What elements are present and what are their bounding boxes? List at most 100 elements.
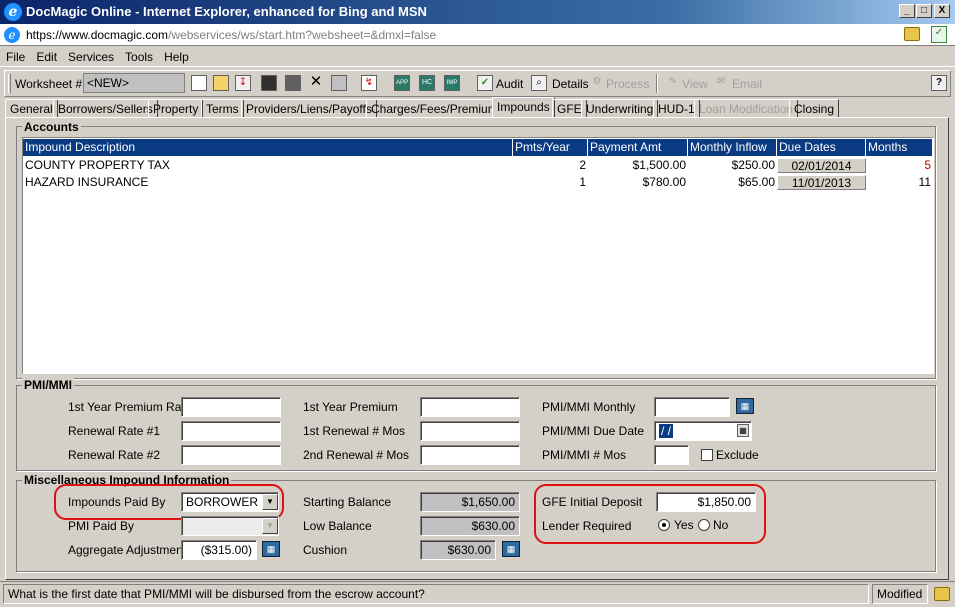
second-renewal-mos-label: 2nd Renewal # Mos — [303, 448, 410, 462]
first-renewal-mos-label: 1st Renewal # Mos — [303, 424, 406, 438]
audit-icon[interactable]: ✓ — [477, 75, 493, 91]
menu-services[interactable]: Services — [62, 47, 119, 64]
aggregate-adjustment-label: Aggregate Adjustment — [68, 543, 187, 557]
calculator-icon[interactable]: ▦ — [736, 398, 754, 414]
starting-balance-value: $1,650.00 — [420, 492, 520, 512]
first-year-premium-label: 1st Year Premium — [303, 400, 398, 414]
view-icon: ✎ — [668, 76, 678, 87]
renewal-rate-1-input[interactable] — [181, 421, 281, 441]
maximize-button[interactable]: □ — [916, 4, 932, 18]
tab-providers-liens-payoffs[interactable]: Providers/Liens/Payoffs — [241, 99, 377, 118]
row-pmts-year: 2 — [579, 158, 586, 172]
view-button[interactable]: View — [682, 77, 708, 91]
toolbar: Worksheet # <NEW> ↧ ✕ ↯ APP HC IMP ✓ Aud… — [4, 70, 951, 97]
impounds-paid-by-label: Impounds Paid By — [68, 495, 166, 509]
url-domain: docmagic.com — [90, 28, 169, 42]
details-icon[interactable]: ⌕ — [531, 75, 547, 91]
email-button[interactable]: Email — [732, 77, 762, 91]
ie-page-icon: e — [4, 27, 20, 43]
row-payment-amt: $780.00 — [642, 175, 686, 189]
tab-underwriting[interactable]: Underwriting — [581, 99, 659, 118]
col-payment-amt[interactable]: Payment Amt — [588, 139, 688, 156]
col-monthly-inflow[interactable]: Monthly Inflow — [688, 139, 777, 156]
menu-file[interactable]: File — [0, 47, 30, 64]
help-icon[interactable]: ? — [931, 75, 947, 91]
tab-charges-fees-premiums[interactable]: Charges/Fees/Premiums — [366, 99, 509, 118]
calculator-icon[interactable]: ▦ — [502, 541, 520, 557]
tab-property[interactable]: Property — [148, 99, 204, 118]
pmi-monthly-input[interactable] — [654, 397, 730, 417]
col-months[interactable]: Months — [866, 139, 933, 156]
url-text[interactable]: https://www.docmagic.com/webservices/ws/… — [26, 28, 436, 42]
window-title: DocMagic Online - Internet Explorer, enh… — [26, 4, 427, 19]
toolbar-separator — [656, 74, 658, 93]
security-lock-icon[interactable] — [904, 27, 920, 41]
tab-impounds[interactable]: Impounds — [492, 97, 555, 118]
aggregate-adjustment-input[interactable]: ($315.00) — [181, 540, 257, 560]
first-year-premium-input[interactable] — [420, 397, 520, 417]
new-doc-icon[interactable] — [191, 75, 207, 91]
save-as-icon[interactable] — [285, 75, 301, 91]
col-due-dates[interactable]: Due Dates — [777, 139, 866, 156]
lender-required-no-radio[interactable] — [698, 519, 710, 531]
worksheet-number-field[interactable]: <NEW> — [83, 73, 185, 93]
pmi-title: PMI/MMI — [22, 378, 74, 392]
lock-icon — [934, 587, 950, 601]
menu-edit[interactable]: Edit — [30, 47, 62, 64]
col-impound-description[interactable]: Impound Description — [23, 139, 513, 156]
pmi-mos-input[interactable] — [654, 445, 689, 465]
save-icon[interactable] — [261, 75, 277, 91]
process-button[interactable]: Process — [606, 77, 649, 91]
title-bar: e DocMagic Online - Internet Explorer, e… — [0, 0, 955, 24]
print-icon[interactable] — [331, 75, 347, 91]
minimize-button[interactable]: _ — [899, 4, 915, 18]
tab-loan-modification[interactable]: Loan Modification — [694, 99, 799, 118]
hc-icon[interactable]: HC — [419, 75, 435, 91]
email-icon: ✉ — [716, 76, 726, 87]
second-renewal-mos-input[interactable] — [420, 445, 520, 465]
delete-icon[interactable]: ✕ — [308, 74, 324, 91]
calculator-icon[interactable]: ▦ — [262, 541, 280, 557]
audit-button[interactable]: Audit — [496, 77, 523, 91]
tab-general[interactable]: General — [5, 99, 58, 118]
open-folder-icon[interactable] — [213, 75, 229, 91]
chevron-down-icon[interactable]: ▼ — [262, 494, 278, 510]
menu-tools[interactable]: Tools — [119, 47, 158, 64]
row-monthly-inflow: $250.00 — [731, 158, 775, 172]
table-row[interactable]: HAZARD INSURANCE 1 $780.00 $65.00 11/01/… — [23, 174, 933, 191]
status-message: What is the first date that PMI/MMI will… — [3, 584, 869, 604]
table-row[interactable]: COUNTY PROPERTY TAX 2 $1,500.00 $250.00 … — [23, 157, 933, 174]
imp-icon[interactable]: IMP — [444, 75, 460, 91]
tab-borrowers-sellers[interactable]: Borrowers/Sellers — [53, 99, 158, 118]
row-description: COUNTY PROPERTY TAX — [25, 158, 170, 172]
row-description: HAZARD INSURANCE — [25, 175, 149, 189]
details-button[interactable]: Details — [552, 77, 589, 91]
gfe-initial-deposit-input[interactable]: $1,850.00 — [656, 492, 756, 512]
app-icon[interactable]: APP — [394, 75, 410, 91]
tab-closing[interactable]: Closing — [789, 99, 840, 118]
first-renewal-mos-input[interactable] — [420, 421, 520, 441]
row-due-date[interactable]: 11/01/2013 — [777, 175, 866, 190]
lender-required-yes-radio[interactable] — [658, 519, 670, 531]
close-button[interactable]: X — [934, 4, 950, 18]
menu-bar: File Edit Services Tools Help — [0, 47, 955, 67]
exclude-checkbox[interactable] — [701, 449, 713, 461]
tab-hud-1[interactable]: HUD-1 — [653, 99, 700, 118]
menu-help[interactable]: Help — [158, 47, 194, 64]
toolbar-grip[interactable] — [8, 74, 11, 93]
first-year-rate-input[interactable] — [181, 397, 281, 417]
calendar-icon[interactable]: ▦ — [737, 424, 749, 437]
row-due-date[interactable]: 02/01/2014 — [777, 158, 866, 173]
col-pmts-year[interactable]: Pmts/Year — [513, 139, 588, 156]
compatibility-icon[interactable]: ✓ — [931, 26, 947, 43]
search-doc-icon[interactable]: ↯ — [361, 75, 377, 91]
status-state: Modified — [872, 584, 928, 604]
renewal-rate-2-input[interactable] — [181, 445, 281, 465]
pmi-due-date-label: PMI/MMI Due Date — [542, 424, 645, 438]
row-months: 5 — [924, 158, 931, 172]
import-icon[interactable]: ↧ — [235, 75, 251, 91]
cushion-value: $630.00 — [420, 540, 496, 560]
chevron-down-icon[interactable]: ▼ — [262, 518, 278, 534]
tab-terms[interactable]: Terms — [201, 99, 244, 118]
accounts-title: Accounts — [22, 120, 81, 134]
